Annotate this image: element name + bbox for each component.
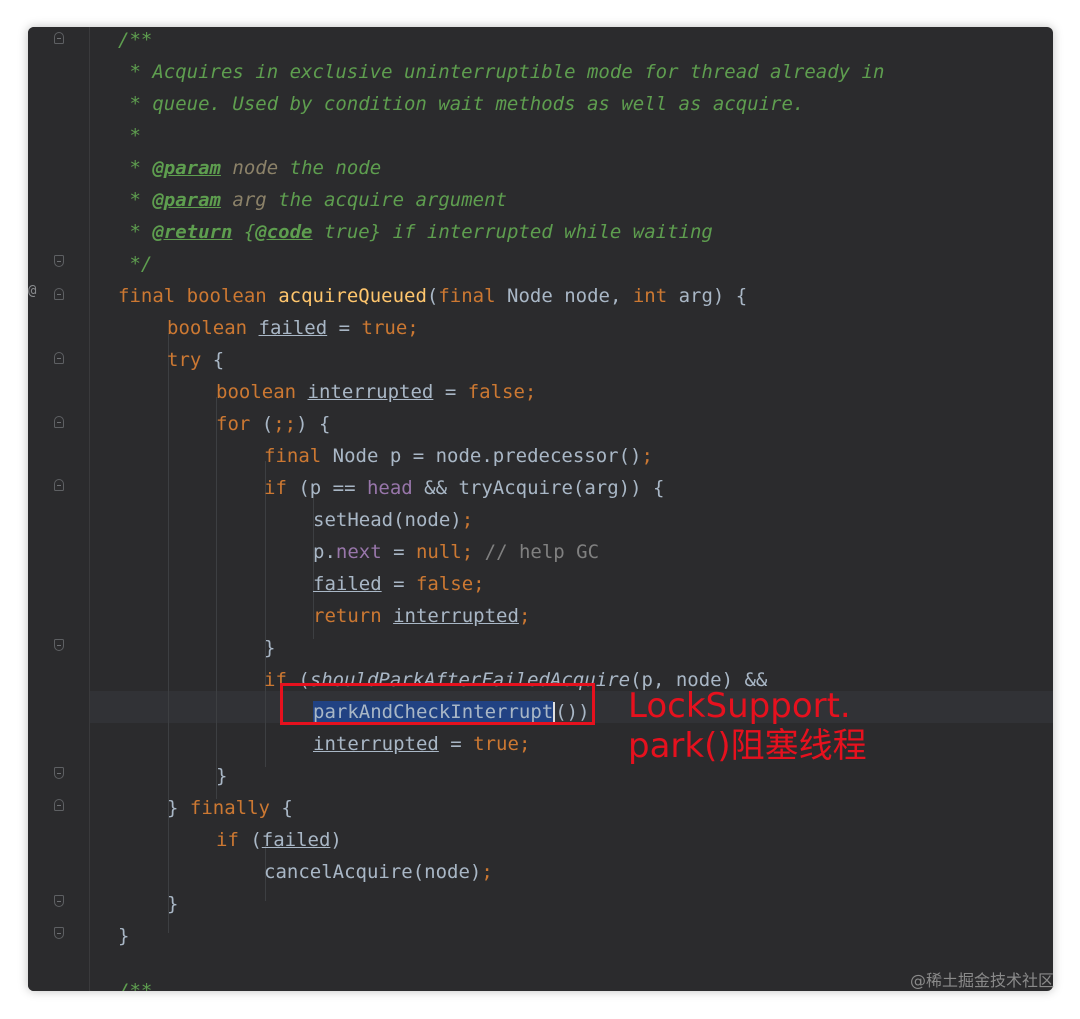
code-line[interactable]: } finally {: [167, 792, 293, 824]
annotation-line-2: park()阻塞线程: [628, 726, 867, 766]
fold-icon[interactable]: [54, 255, 64, 267]
fold-icon[interactable]: [54, 479, 64, 491]
code-line[interactable]: }: [167, 888, 178, 920]
indent-guide: [216, 397, 217, 799]
code-line[interactable]: /**: [118, 27, 152, 56]
fold-icon[interactable]: [54, 288, 64, 300]
fold-icon[interactable]: [54, 927, 64, 939]
code-line[interactable]: }: [216, 760, 227, 792]
code-line[interactable]: * @param arg the acquire argument: [118, 184, 507, 216]
code-line[interactable]: final Node p = node.predecessor();: [264, 440, 653, 472]
code-line[interactable]: setHead(node);: [313, 504, 473, 536]
override-gutter-marker[interactable]: @: [28, 283, 38, 299]
code-line[interactable]: if (p == head && tryAcquire(arg)) {: [264, 472, 664, 504]
code-line[interactable]: if (failed): [216, 824, 342, 856]
code-line[interactable]: * Acquires in exclusive uninterruptible …: [118, 56, 884, 88]
code-line[interactable]: }: [118, 920, 129, 952]
highlight-box: [280, 683, 595, 725]
code-line[interactable]: * queue. Used by condition wait methods …: [118, 88, 804, 120]
code-line[interactable]: return interrupted;: [313, 600, 530, 632]
code-line[interactable]: }: [264, 632, 275, 664]
code-line[interactable]: * @param node the node: [118, 152, 381, 184]
code-line[interactable]: *: [118, 120, 140, 152]
code-line[interactable]: /**: [118, 975, 152, 991]
gutter-divider: [89, 27, 90, 991]
fold-icon[interactable]: [54, 799, 64, 811]
code-line[interactable]: cancelAcquire(node);: [264, 856, 493, 888]
code-line[interactable]: final boolean acquireQueued(final Node n…: [118, 280, 747, 312]
annotation-line-1: LockSupport.: [628, 686, 851, 726]
fold-icon[interactable]: [54, 416, 64, 428]
code-line[interactable]: interrupted = true;: [313, 728, 530, 760]
code-line[interactable]: try {: [167, 344, 224, 376]
code-line[interactable]: p.next = null; // help GC: [313, 536, 599, 568]
fold-icon[interactable]: [54, 767, 64, 779]
code-line[interactable]: failed = false;: [313, 568, 485, 600]
fold-icon[interactable]: [54, 895, 64, 907]
code-line[interactable]: for (;;) {: [216, 408, 330, 440]
annotation-text: LockSupport. park()阻塞线程: [628, 686, 867, 766]
code-line[interactable]: boolean failed = true;: [167, 312, 419, 344]
code-editor[interactable]: @ /** * Acquires in exclusive uninterrup…: [28, 27, 1053, 991]
fold-icon[interactable]: [54, 639, 64, 651]
indent-guide: [265, 461, 266, 767]
code-line[interactable]: */: [118, 248, 152, 280]
watermark: @稀土掘金技术社区: [909, 971, 1054, 990]
fold-icon[interactable]: [54, 352, 64, 364]
fold-icon[interactable]: [54, 32, 64, 44]
editor-gutter: @: [28, 27, 90, 991]
code-line[interactable]: * @return {@code true} if interrupted wh…: [118, 216, 712, 248]
code-line[interactable]: boolean interrupted = false;: [216, 376, 536, 408]
indent-guide: [168, 333, 169, 933]
